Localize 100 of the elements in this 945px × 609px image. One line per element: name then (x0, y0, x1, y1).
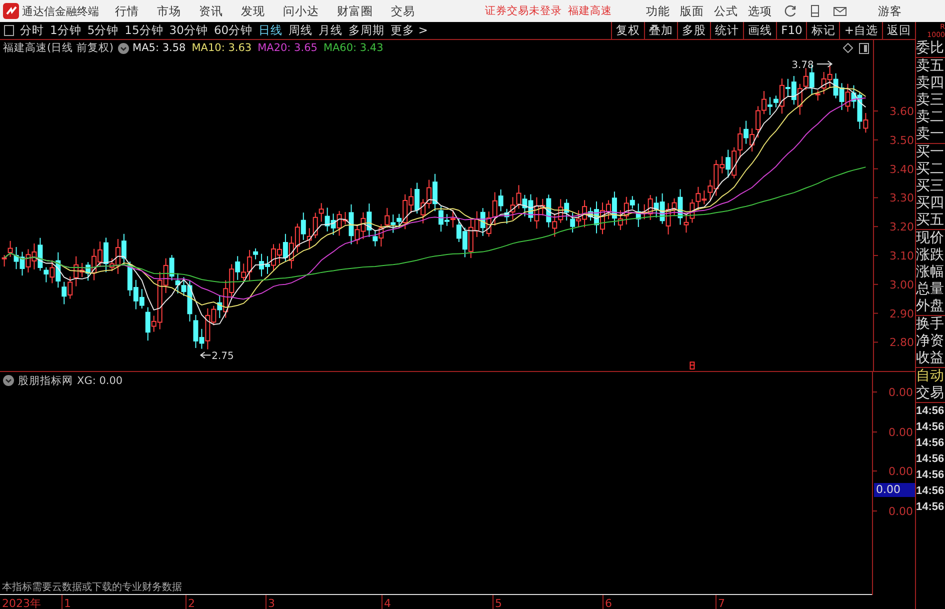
period-tab[interactable]: 15分钟 (124, 23, 164, 38)
indicator-value: XG: 0.00 (77, 374, 123, 386)
chart-title: 福建高速(日线 前复权) (3, 41, 114, 56)
toolbar-button[interactable]: 返回 (882, 22, 915, 39)
time-axis-label: 5 (495, 597, 502, 609)
period-tab[interactable]: 1分钟 (50, 23, 82, 38)
period-tab[interactable]: 30分钟 (169, 23, 208, 38)
trade-time: 14:56 (916, 500, 945, 515)
price-tick-label: 3.30 (890, 192, 914, 205)
toolbar-button[interactable]: 画线 (743, 22, 776, 39)
quote-label: 买一 (916, 144, 945, 161)
quote-label: 卖四 (916, 75, 945, 92)
toolbar-button[interactable]: 多股 (677, 22, 710, 39)
high-annotation: 3.78 (792, 60, 833, 71)
indicator-name: 股朋指标网 (18, 374, 73, 388)
login-status[interactable]: 证券交易未登录 (485, 4, 562, 18)
toolbar-button[interactable]: 标记 (806, 22, 840, 39)
marker-icon (690, 362, 695, 370)
dropdown-icon[interactable] (3, 375, 14, 386)
moving-average-value: MA60: 3.43 (323, 42, 384, 54)
price-tick-label: 3.10 (890, 250, 914, 262)
menu-item[interactable]: 财富圈 (337, 4, 373, 18)
price-tick-label: 3.40 (890, 162, 914, 176)
trade-time: 14:56 (916, 404, 945, 419)
panel-toggle-icon[interactable] (4, 25, 14, 36)
logo-icon (3, 3, 19, 19)
menu-item[interactable]: 行情 (115, 4, 139, 18)
toolbar-button[interactable]: 复权 (611, 22, 644, 39)
quote-label: 买三 (916, 178, 945, 195)
quote-label: 涨幅 (916, 264, 945, 281)
trade-label: 交易 (916, 385, 945, 402)
quote-label: 卖三 (916, 92, 945, 109)
menu-item[interactable]: 功能 (646, 4, 670, 18)
menu-item[interactable]: 版面 (680, 4, 704, 18)
menu-item[interactable]: 公式 (714, 4, 738, 18)
phone-icon[interactable] (808, 4, 822, 18)
period-tab[interactable]: 5分钟 (87, 23, 119, 38)
toolbar-button[interactable]: 统计 (710, 22, 744, 39)
dropdown-icon[interactable] (118, 42, 129, 54)
quote-label: 买四 (916, 195, 945, 212)
quote-label: 买二 (916, 161, 945, 178)
moving-average-value: MA20: 3.65 (258, 42, 318, 54)
quote-label: 总量 (916, 281, 945, 298)
period-tab[interactable]: 分时 (20, 23, 44, 38)
time-axis-label: 4 (384, 597, 391, 609)
toolbar-button[interactable]: +自选 (839, 22, 882, 39)
time-axis-label: 2023年 (2, 597, 41, 609)
time-axis-label: 7 (718, 597, 725, 609)
value-tick-label: 0.00 (888, 505, 913, 518)
time-axis-label: 1 (64, 597, 71, 609)
value-tick-label: 0.00 (888, 465, 913, 478)
period-tab[interactable]: 月线 (318, 23, 343, 38)
cursor-value-label: 0.00 (874, 483, 915, 497)
menu-item[interactable]: 问小达 (283, 4, 319, 18)
period-tab[interactable]: 多周期 (348, 23, 385, 38)
quote-label: 卖一 (916, 126, 945, 143)
period-tab[interactable]: 更多 > (390, 23, 428, 38)
trade-time: 14:56 (916, 468, 945, 483)
trade-time: 14:56 (916, 436, 945, 451)
quote-label: 买五 (916, 212, 945, 229)
low-annotation: 2.75 (200, 351, 234, 362)
price-tick-label: 3.20 (890, 220, 914, 234)
envelope-icon[interactable] (832, 4, 848, 18)
moving-average-value: MA10: 3.63 (192, 42, 252, 54)
trade-time: 14:56 (916, 484, 945, 499)
toolbar-button[interactable]: F10 (776, 22, 806, 39)
menu-item[interactable]: 交易 (391, 4, 415, 18)
mode-label[interactable]: 自动 (916, 368, 945, 385)
value-tick-label: 0.00 (888, 386, 913, 399)
quote-label: 涨跌 (916, 247, 945, 264)
quote-label: 卖二 (916, 109, 945, 126)
trade-time: 14:56 (916, 420, 945, 435)
menu-item[interactable]: 发现 (241, 4, 265, 18)
price-tick-label: 3.00 (890, 278, 914, 292)
refresh-icon[interactable] (784, 4, 798, 18)
value-tick-label: 0.00 (888, 426, 913, 439)
app-title: 通达信金融终端 (22, 4, 99, 18)
toolbar-button[interactable]: 叠加 (644, 22, 678, 39)
price-tick-label: 2.90 (890, 307, 914, 320)
user-name[interactable]: 游客 (878, 4, 902, 18)
quote-label: 现价 (916, 230, 945, 247)
quote-label: 外盘 (916, 298, 945, 315)
panel-toggle-icon[interactable] (859, 42, 869, 54)
period-tab[interactable]: 周线 (288, 23, 313, 38)
quote-label: 卖五 (916, 58, 945, 75)
price-tick-label: 2.80 (890, 336, 914, 350)
quote-label: 净资 (916, 333, 945, 350)
quote-label: 委比 (916, 40, 945, 57)
stock-name-link[interactable]: 福建高速 (568, 4, 612, 18)
time-axis-label: 3 (268, 597, 275, 609)
menu-item[interactable]: 市场 (157, 4, 181, 18)
period-tab[interactable]: 60分钟 (214, 23, 253, 38)
price-tick-label: 3.60 (890, 105, 914, 118)
price-tick-label: 3.50 (890, 134, 914, 147)
quote-label: 收益 (916, 350, 945, 367)
menu-item[interactable]: 资讯 (199, 4, 223, 18)
diamond-icon[interactable] (843, 43, 853, 54)
menu-item[interactable]: 选项 (748, 4, 772, 18)
period-tab[interactable]: 日线 (258, 23, 283, 38)
moving-average-value: MA5: 3.58 (132, 42, 186, 54)
